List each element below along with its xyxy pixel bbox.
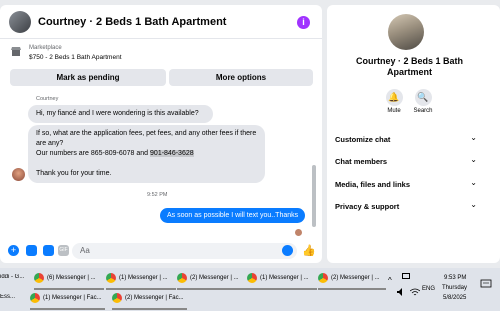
chat-members-section[interactable]: Chat members ⌄ <box>335 152 477 172</box>
more-options-button[interactable]: More options <box>169 69 313 86</box>
taskbar-item-label: (1) Messenger | ... <box>260 275 309 281</box>
taskbar-item-label: (6) Messenger | ... <box>47 275 96 281</box>
input-placeholder: Aa <box>80 246 90 255</box>
taskbar-item[interactable]: (6) Messenger | ... <box>34 273 104 290</box>
marketplace-icon <box>11 47 21 57</box>
highlighted-phone[interactable]: 901-846-3628 <box>150 150 194 157</box>
profile-photo[interactable] <box>388 14 424 50</box>
chat-header: Courtney · 2 Beds 1 Bath Apartment i <box>0 5 322 39</box>
scrollbar-thumb[interactable] <box>312 165 316 227</box>
taskbar-item[interactable]: (1) Messenger | ... <box>106 273 176 290</box>
taskbar-item-label: (2) Messenger | Fac... <box>125 295 184 301</box>
section-label: Customize chat <box>335 135 391 144</box>
taskbar-item-label: (2) Messenger | ... <box>190 275 239 281</box>
media-files-links-section[interactable]: Media, files and links ⌄ <box>335 175 477 195</box>
gif-icon[interactable]: GIF <box>58 245 69 256</box>
chevron-down-icon: ⌄ <box>470 178 477 187</box>
image-icon[interactable] <box>26 245 37 256</box>
emoji-icon[interactable] <box>282 245 293 256</box>
listing-title[interactable]: $750 - 2 Beds 1 Bath Apartment <box>29 54 122 61</box>
chat-panel: Courtney · 2 Beds 1 Bath Apartment i Mar… <box>0 5 322 263</box>
like-icon[interactable]: 👍 <box>302 244 316 257</box>
line-spacer <box>36 159 257 169</box>
active-indicator <box>318 288 386 290</box>
chevron-down-icon: ⌄ <box>470 155 477 164</box>
chrome-icon <box>247 273 257 283</box>
sender-name: Courtney <box>36 96 59 102</box>
section-label: Chat members <box>335 157 388 166</box>
show-hidden-icons-button[interactable]: ^ <box>388 276 392 285</box>
outgoing-message: As soon as possible I will text you..Tha… <box>160 208 306 223</box>
clock-day[interactable]: Thursday <box>442 285 467 291</box>
active-indicator <box>177 288 247 290</box>
composer: + GIF Aa 👍 <box>0 239 322 263</box>
chat-title[interactable]: Courtney · 2 Beds 1 Bath Apartment <box>38 16 226 28</box>
active-indicator <box>30 308 105 310</box>
sender-avatar[interactable] <box>12 168 25 181</box>
active-indicator <box>247 288 317 290</box>
taskbar-item-label: iddi - G... <box>0 274 25 280</box>
chrome-icon <box>112 293 122 303</box>
privacy-support-section[interactable]: Privacy & support ⌄ <box>335 197 477 217</box>
marketplace-label: Marketplace <box>29 45 62 51</box>
screen: Courtney · 2 Beds 1 Bath Apartment i Mar… <box>0 0 500 311</box>
active-indicator <box>112 308 187 310</box>
incoming-message: Hi, my fiancé and I were wondering is th… <box>28 105 213 123</box>
taskbar-item-label: Ess... <box>0 294 16 300</box>
sticker-icon[interactable] <box>43 245 54 256</box>
message-text: Our numbers are 865-809-6078 and 901-846… <box>36 149 257 159</box>
network-icon[interactable] <box>409 288 421 298</box>
active-indicator <box>34 288 104 290</box>
search-icon: 🔍 <box>414 89 432 106</box>
search-label: Search <box>413 108 433 114</box>
message-list: Courtney Hi, my fiancé and I were wonder… <box>0 91 322 240</box>
conversation-name: Courtney · 2 Beds 1 Bath Apartment <box>355 56 464 77</box>
incoming-message: If so, what are the application fees, pe… <box>28 125 265 183</box>
section-label: Media, files and links <box>335 180 411 189</box>
section-label: Privacy & support <box>335 202 400 211</box>
chrome-icon <box>106 273 116 283</box>
taskbar-item-label: (2) Messenger | ... <box>331 275 380 281</box>
taskbar: iddi - G... (6) Messenger | ... (1) Mess… <box>0 268 500 311</box>
seen-avatar <box>295 229 302 236</box>
taskbar-item[interactable]: (2) Messenger | ... <box>318 273 386 290</box>
taskbar-item[interactable]: Ess... <box>0 294 22 311</box>
search-button[interactable]: 🔍 Search <box>403 89 443 114</box>
language-indicator[interactable]: ENG <box>422 286 435 292</box>
mark-as-pending-button[interactable]: Mark as pending <box>10 69 166 86</box>
taskbar-item-label: (1) Messenger | Fac... <box>43 295 102 301</box>
message-timestamp: 9:52 PM <box>147 192 168 198</box>
message-input[interactable]: Aa <box>72 243 297 259</box>
avatar[interactable] <box>9 11 31 33</box>
chrome-icon <box>30 293 40 303</box>
info-icon[interactable]: i <box>297 16 310 29</box>
taskbar-item[interactable]: (1) Messenger | ... <box>247 273 317 290</box>
clock-time[interactable]: 9:53 PM <box>444 275 466 281</box>
chevron-down-icon: ⌄ <box>470 133 477 142</box>
marketplace-listing: Marketplace $750 - 2 Beds 1 Bath Apartme… <box>0 40 322 90</box>
notifications-icon[interactable] <box>480 278 492 290</box>
taskbar-item[interactable]: (2) Messenger | ... <box>177 273 247 290</box>
chrome-icon <box>177 273 187 283</box>
taskbar-item[interactable]: iddi - G... <box>0 274 30 291</box>
chrome-icon <box>318 273 328 283</box>
plus-icon[interactable]: + <box>8 245 19 256</box>
conversation-info-panel: Courtney · 2 Beds 1 Bath Apartment 🔔 Mut… <box>327 5 500 263</box>
active-indicator <box>106 288 176 290</box>
message-text: Thank you for your time. <box>36 170 112 177</box>
display-icon[interactable] <box>402 273 410 279</box>
bell-icon: 🔔 <box>385 89 403 106</box>
volume-icon[interactable] <box>397 288 407 298</box>
taskbar-item[interactable]: (1) Messenger | Fac... <box>30 293 105 310</box>
message-text: Our numbers are 865-809-6078 and <box>36 150 151 157</box>
clock-date[interactable]: 5/8/2025 <box>443 295 466 301</box>
taskbar-item[interactable]: (2) Messenger | Fac... <box>112 293 187 310</box>
taskbar-item-label: (1) Messenger | ... <box>119 275 168 281</box>
chevron-down-icon: ⌄ <box>470 200 477 209</box>
chrome-icon <box>34 273 44 283</box>
message-text: If so, what are the application fees, pe… <box>36 130 257 147</box>
customize-chat-section[interactable]: Customize chat ⌄ <box>335 130 477 150</box>
